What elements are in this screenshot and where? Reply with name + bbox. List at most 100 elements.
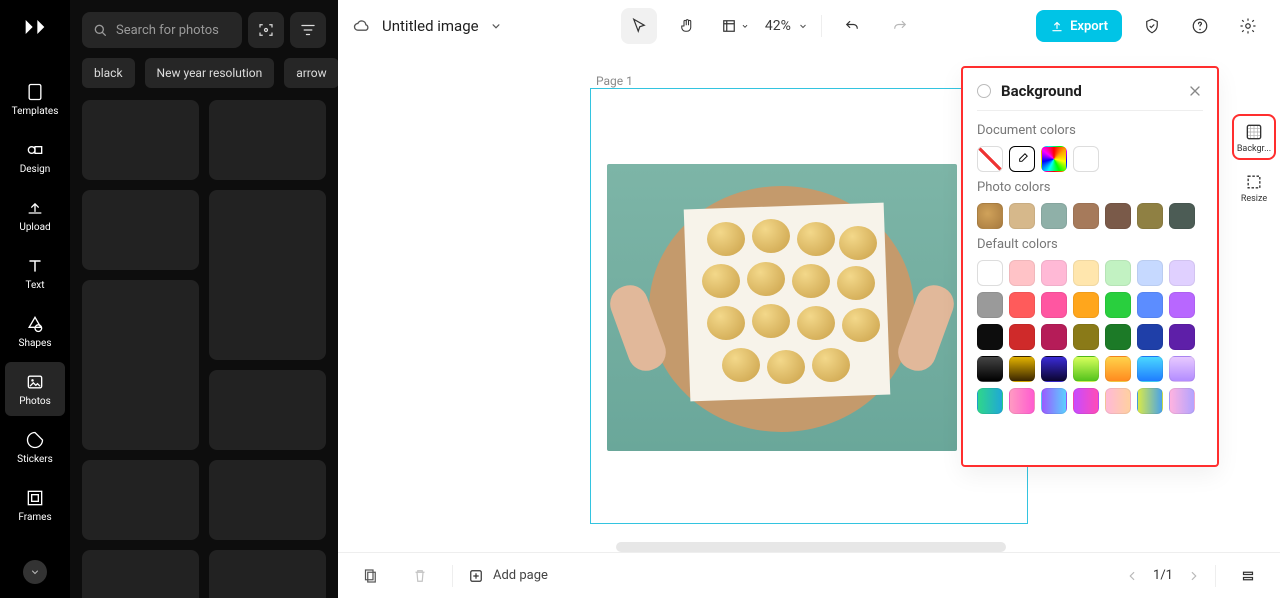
nav-templates[interactable]: Templates (5, 72, 65, 126)
photo-color-swatch[interactable] (1137, 203, 1163, 229)
gradient-color-swatch[interactable] (1009, 356, 1035, 382)
photo-thumb[interactable] (209, 100, 326, 180)
default-color-swatch[interactable] (1137, 324, 1163, 350)
hand-tool[interactable] (669, 8, 705, 44)
duplicate-page-icon[interactable] (352, 558, 388, 594)
app-logo[interactable] (20, 12, 50, 42)
photo-color-swatch[interactable] (1105, 203, 1131, 229)
chevron-down-icon[interactable] (489, 19, 503, 33)
scan-icon-button[interactable] (248, 12, 284, 48)
add-page-button[interactable]: Add page (467, 567, 548, 585)
horizontal-scrollbar[interactable] (616, 542, 1006, 552)
default-color-swatch[interactable] (1169, 292, 1195, 318)
photo-color-swatch[interactable] (1073, 203, 1099, 229)
default-color-swatch[interactable] (1137, 292, 1163, 318)
tag-chip[interactable]: black (82, 58, 135, 88)
gradient-color-swatch[interactable] (977, 388, 1003, 414)
photo-color-swatch[interactable] (1169, 203, 1195, 229)
no-color-swatch[interactable] (977, 146, 1003, 172)
gradient-color-swatch[interactable] (1137, 356, 1163, 382)
redo-button[interactable] (882, 8, 918, 44)
photo-thumb[interactable] (82, 190, 199, 270)
photo-color-swatch[interactable] (1041, 203, 1067, 229)
photo-color-swatch[interactable] (1009, 203, 1035, 229)
photo-thumb[interactable] (82, 460, 199, 540)
default-color-swatch[interactable] (1073, 260, 1099, 286)
nav-photos[interactable]: Photos (5, 362, 65, 416)
photo-thumb[interactable] (82, 550, 199, 598)
default-color-swatch[interactable] (1073, 324, 1099, 350)
photo-thumb[interactable] (209, 460, 326, 540)
gradient-color-swatch[interactable] (1105, 356, 1131, 382)
document-title[interactable]: Untitled image (382, 17, 479, 35)
help-icon-button[interactable] (1182, 8, 1218, 44)
background-popover: Background Document colors Photo colors … (961, 66, 1219, 467)
undo-button[interactable] (834, 8, 870, 44)
default-color-swatch[interactable] (977, 324, 1003, 350)
select-tool[interactable] (621, 8, 657, 44)
default-color-swatch[interactable] (1041, 292, 1067, 318)
tag-chip[interactable]: arrow (284, 58, 338, 88)
default-color-swatch[interactable] (1169, 324, 1195, 350)
gradient-color-swatch[interactable] (1041, 388, 1067, 414)
default-color-swatch[interactable] (1009, 324, 1035, 350)
document-color-swatch[interactable] (1073, 146, 1099, 172)
chevron-right-icon[interactable] (1187, 569, 1201, 583)
gradient-color-swatch[interactable] (1105, 388, 1131, 414)
eyedropper-swatch[interactable] (1009, 146, 1035, 172)
nav-shapes[interactable]: Shapes (5, 304, 65, 358)
nav-text[interactable]: Text (5, 246, 65, 300)
export-button[interactable]: Export (1036, 10, 1122, 42)
chevron-left-icon[interactable] (1125, 569, 1139, 583)
selected-photo[interactable] (607, 164, 957, 451)
default-color-swatch[interactable] (1105, 260, 1131, 286)
photo-thumb[interactable] (209, 190, 326, 360)
default-color-swatch[interactable] (1041, 324, 1067, 350)
close-icon[interactable] (1187, 83, 1203, 99)
gradient-color-swatch[interactable] (1169, 356, 1195, 382)
gradient-color-swatch[interactable] (1169, 388, 1195, 414)
section-label: Default colors (977, 237, 1203, 252)
zoom-control[interactable]: 42% (765, 18, 809, 34)
photo-thumb[interactable] (82, 100, 199, 180)
default-color-swatch[interactable] (1137, 260, 1163, 286)
layers-icon-button[interactable] (1230, 558, 1266, 594)
default-color-swatch[interactable] (1009, 260, 1035, 286)
collapse-nav-button[interactable] (23, 560, 47, 584)
shield-icon-button[interactable] (1134, 8, 1170, 44)
tag-chip[interactable]: New year resolution (145, 58, 275, 88)
nav-frames[interactable]: Frames (5, 478, 65, 532)
resize-tool[interactable]: Resize (1232, 166, 1276, 208)
default-color-swatch[interactable] (977, 292, 1003, 318)
default-color-swatch[interactable] (1105, 292, 1131, 318)
nav-stickers[interactable]: Stickers (5, 420, 65, 474)
photo-color-swatch[interactable] (977, 203, 1003, 229)
photo-thumb[interactable] (209, 550, 326, 598)
default-color-swatch[interactable] (1169, 260, 1195, 286)
gradient-color-swatch[interactable] (1137, 388, 1163, 414)
default-color-swatch[interactable] (1009, 292, 1035, 318)
background-icon (1244, 122, 1264, 142)
gradient-color-swatch[interactable] (1009, 388, 1035, 414)
search-input[interactable]: Search for photos (82, 12, 242, 48)
default-color-swatch[interactable] (1105, 324, 1131, 350)
photo-thumb[interactable] (209, 370, 326, 450)
gradient-color-swatch[interactable] (1073, 356, 1099, 382)
gradient-color-swatch[interactable] (1073, 388, 1099, 414)
photo-thumb[interactable] (82, 280, 199, 450)
nav-upload[interactable]: Upload (5, 188, 65, 242)
canvas-viewport[interactable]: Page 1 (338, 52, 1280, 552)
color-picker-swatch[interactable] (1041, 146, 1067, 172)
nav-label: Text (25, 280, 44, 291)
default-color-swatch[interactable] (1073, 292, 1099, 318)
gradient-color-swatch[interactable] (1041, 356, 1067, 382)
default-color-swatch[interactable] (977, 260, 1003, 286)
gradient-color-swatch[interactable] (977, 356, 1003, 382)
settings-icon-button[interactable] (1230, 8, 1266, 44)
delete-page-icon[interactable] (402, 558, 438, 594)
nav-design[interactable]: Design (5, 130, 65, 184)
default-color-swatch[interactable] (1041, 260, 1067, 286)
filter-icon-button[interactable] (290, 12, 326, 48)
crop-tool[interactable] (717, 8, 753, 44)
background-tool[interactable]: Backgr... (1232, 114, 1276, 160)
